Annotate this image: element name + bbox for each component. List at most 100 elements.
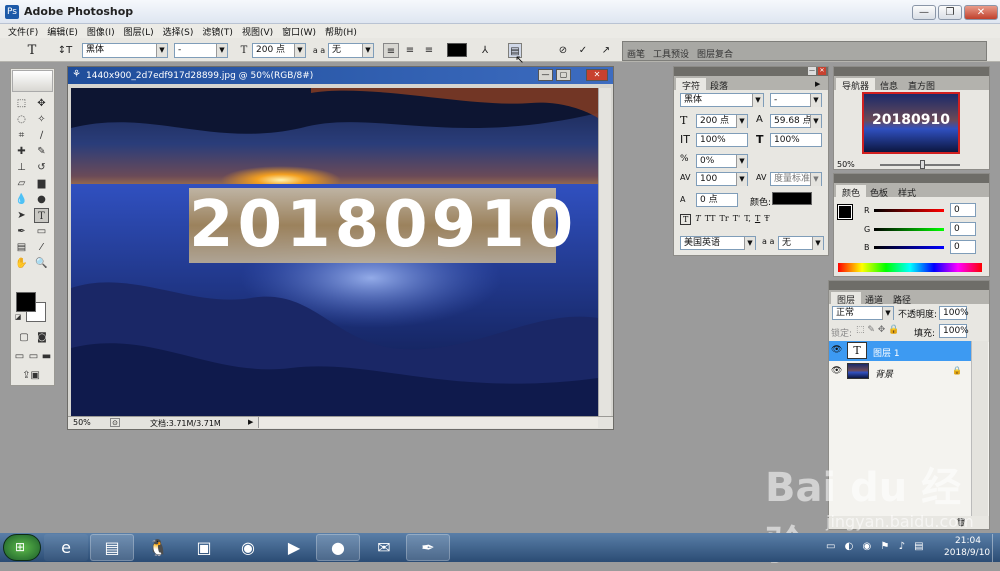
tab-paragraph[interactable]: 段落 <box>704 78 734 93</box>
menu-file[interactable]: 文件(F) <box>8 25 38 38</box>
navigator-panel-titlebar[interactable] <box>834 67 989 76</box>
char-tracking[interactable]: 0% ▼ <box>696 154 748 168</box>
taskbar-ie-icon[interactable]: e <box>44 534 88 561</box>
zoom-level[interactable]: 50% <box>73 418 91 427</box>
blue-slider[interactable] <box>874 246 944 249</box>
type-tool-icon[interactable]: T <box>34 208 49 223</box>
status-arrow-icon[interactable]: ▶ <box>248 418 253 426</box>
blur-tool-icon[interactable]: 💧 <box>14 192 29 207</box>
doc-maximize-button[interactable]: ▢ <box>556 69 571 81</box>
menu-edit[interactable]: 编辑(E) <box>47 25 78 38</box>
tab-color[interactable]: 颜色 <box>836 185 867 200</box>
green-value[interactable]: 0 <box>950 222 976 236</box>
quick-mask-icon[interactable]: ◙ <box>33 330 51 345</box>
minimize-button[interactable]: — <box>912 5 936 20</box>
text-color-swatch[interactable] <box>447 43 467 57</box>
brush-tool-icon[interactable]: ✎ <box>34 144 49 159</box>
lock-icons[interactable]: ⬚ ✎ ✥ 🔒 <box>856 325 899 335</box>
layers-panel-titlebar[interactable] <box>829 281 989 290</box>
notes-tool-icon[interactable]: ▤ <box>14 240 29 255</box>
shape-tool-icon[interactable]: ▭ <box>34 224 49 239</box>
red-value[interactable]: 0 <box>950 203 976 217</box>
menu-window[interactable]: 窗口(W) <box>282 25 316 38</box>
navigator-slider-handle[interactable] <box>920 160 925 169</box>
lasso-tool-icon[interactable]: ◌ <box>14 112 29 127</box>
faux-bold-button[interactable]: T <box>680 214 692 225</box>
char-vertical-scale[interactable]: 100% <box>696 133 748 147</box>
path-selection-tool-icon[interactable]: ➤ <box>14 208 29 223</box>
taskbar-explorer-icon[interactable]: ▤ <box>90 534 134 561</box>
taskbar-media-icon[interactable]: ▣ <box>182 534 226 561</box>
warp-text-icon[interactable]: ⅄ <box>478 43 492 58</box>
menu-select[interactable]: 选择(S) <box>163 25 194 38</box>
red-slider[interactable] <box>874 209 944 212</box>
taskbar-firefox-icon[interactable]: ◉ <box>226 534 270 561</box>
color-fg-swatch[interactable] <box>837 204 853 220</box>
text-orientation-icon[interactable]: ↕T <box>56 43 74 58</box>
slice-tool-icon[interactable]: ∕ <box>34 128 49 143</box>
underline-button[interactable]: T <box>755 214 760 225</box>
screen-mode-menu-icon[interactable]: ▭ <box>27 349 40 364</box>
history-brush-tool-icon[interactable]: ↺ <box>34 160 49 175</box>
char-horizontal-scale[interactable]: 100% <box>770 133 822 147</box>
blend-mode-select[interactable]: 正常 ▼ <box>832 306 894 320</box>
doc-close-button[interactable]: ✕ <box>586 69 608 81</box>
superscript-button[interactable]: T' <box>733 214 741 225</box>
subscript-button[interactable]: T, <box>744 214 751 225</box>
tab-swatches[interactable]: 色板 <box>864 185 894 200</box>
taskbar-qq-icon[interactable]: 🐧 <box>136 534 180 561</box>
well-tab-brushes[interactable]: 画笔 <box>627 47 645 60</box>
marquee-tool-icon[interactable]: ⬚ <box>14 96 29 111</box>
doc-minimize-button[interactable]: — <box>538 69 553 81</box>
fill-value[interactable]: 100% <box>939 324 969 338</box>
cancel-icon[interactable]: ⊘ <box>556 43 570 58</box>
opacity-value[interactable]: 100% <box>939 306 969 320</box>
menu-filter[interactable]: 滤镜(T) <box>202 25 233 38</box>
char-color-swatch[interactable] <box>772 192 812 205</box>
char-leading[interactable]: 59.68 点 ▼ <box>770 114 822 128</box>
menu-image[interactable]: 图像(I) <box>87 25 115 38</box>
color-spectrum-bar[interactable] <box>838 263 982 272</box>
edit-in-imageready-icon[interactable]: ↗ <box>598 43 614 58</box>
anti-alias-select[interactable]: 无 ▼ <box>328 43 374 58</box>
layer-visibility-eye-icon[interactable]: 👁 <box>831 345 842 355</box>
char-language[interactable]: 美国英语 ▼ <box>680 236 756 250</box>
restore-button[interactable]: ❐ <box>938 5 962 20</box>
all-caps-button[interactable]: TT <box>705 214 716 225</box>
align-right-icon[interactable]: ≡ <box>421 43 437 58</box>
char-kern-mode[interactable]: 度量标准 ▼ <box>770 172 822 186</box>
align-left-icon[interactable]: ≡ <box>383 43 399 58</box>
faux-italic-button[interactable]: T <box>695 214 700 225</box>
font-style-select[interactable]: - ▼ <box>174 43 228 58</box>
blue-value[interactable]: 0 <box>950 240 976 254</box>
clock-time[interactable]: 21:04 <box>955 536 981 546</box>
commit-icon[interactable]: ✓ <box>576 43 590 58</box>
tab-info[interactable]: 信息 <box>874 78 904 93</box>
character-panel-titlebar[interactable] <box>674 67 828 76</box>
char-font-size[interactable]: 200 点 ▼ <box>696 114 748 128</box>
eraser-tool-icon[interactable]: ▱ <box>14 176 29 191</box>
menu-view[interactable]: 视图(V) <box>242 25 273 38</box>
clone-stamp-tool-icon[interactable]: ⊥ <box>14 160 29 175</box>
crop-tool-icon[interactable]: ⌗ <box>14 128 29 143</box>
tab-histogram[interactable]: 直方图 <box>902 78 941 93</box>
menu-help[interactable]: 帮助(H) <box>325 25 357 38</box>
char-baseline-shift[interactable]: 0 点 <box>696 193 738 207</box>
standard-mode-icon[interactable]: ▢ <box>15 330 33 345</box>
font-size-select[interactable]: 200 点 ▼ <box>252 43 306 58</box>
dodge-tool-icon[interactable]: ● <box>34 192 49 207</box>
system-tray-icons[interactable]: ▭ ◐ ◉ ⚑ ♪ ▤ <box>826 541 927 552</box>
font-family-select[interactable]: 黑体 ▼ <box>82 43 168 58</box>
layer-name-background[interactable]: 背景 <box>875 367 893 380</box>
vertical-scrollbar[interactable] <box>598 88 611 416</box>
taskbar-recorder-icon[interactable]: ● <box>316 534 360 561</box>
imageready-jump-icon[interactable]: ⇪▣ <box>16 368 46 383</box>
hand-tool-icon[interactable]: ✋ <box>14 256 29 271</box>
char-anti-alias[interactable]: 无 ▼ <box>778 236 824 250</box>
taskbar-photoshop-icon[interactable]: ✒ <box>406 534 450 561</box>
tab-character[interactable]: 字符 <box>676 78 707 93</box>
canvas-text-layer[interactable]: 20180910 <box>189 188 573 263</box>
color-panel-titlebar[interactable] <box>834 174 989 183</box>
taskbar-player-icon[interactable]: ▶ <box>272 534 316 561</box>
navigator-zoom[interactable]: 50% <box>837 160 855 169</box>
